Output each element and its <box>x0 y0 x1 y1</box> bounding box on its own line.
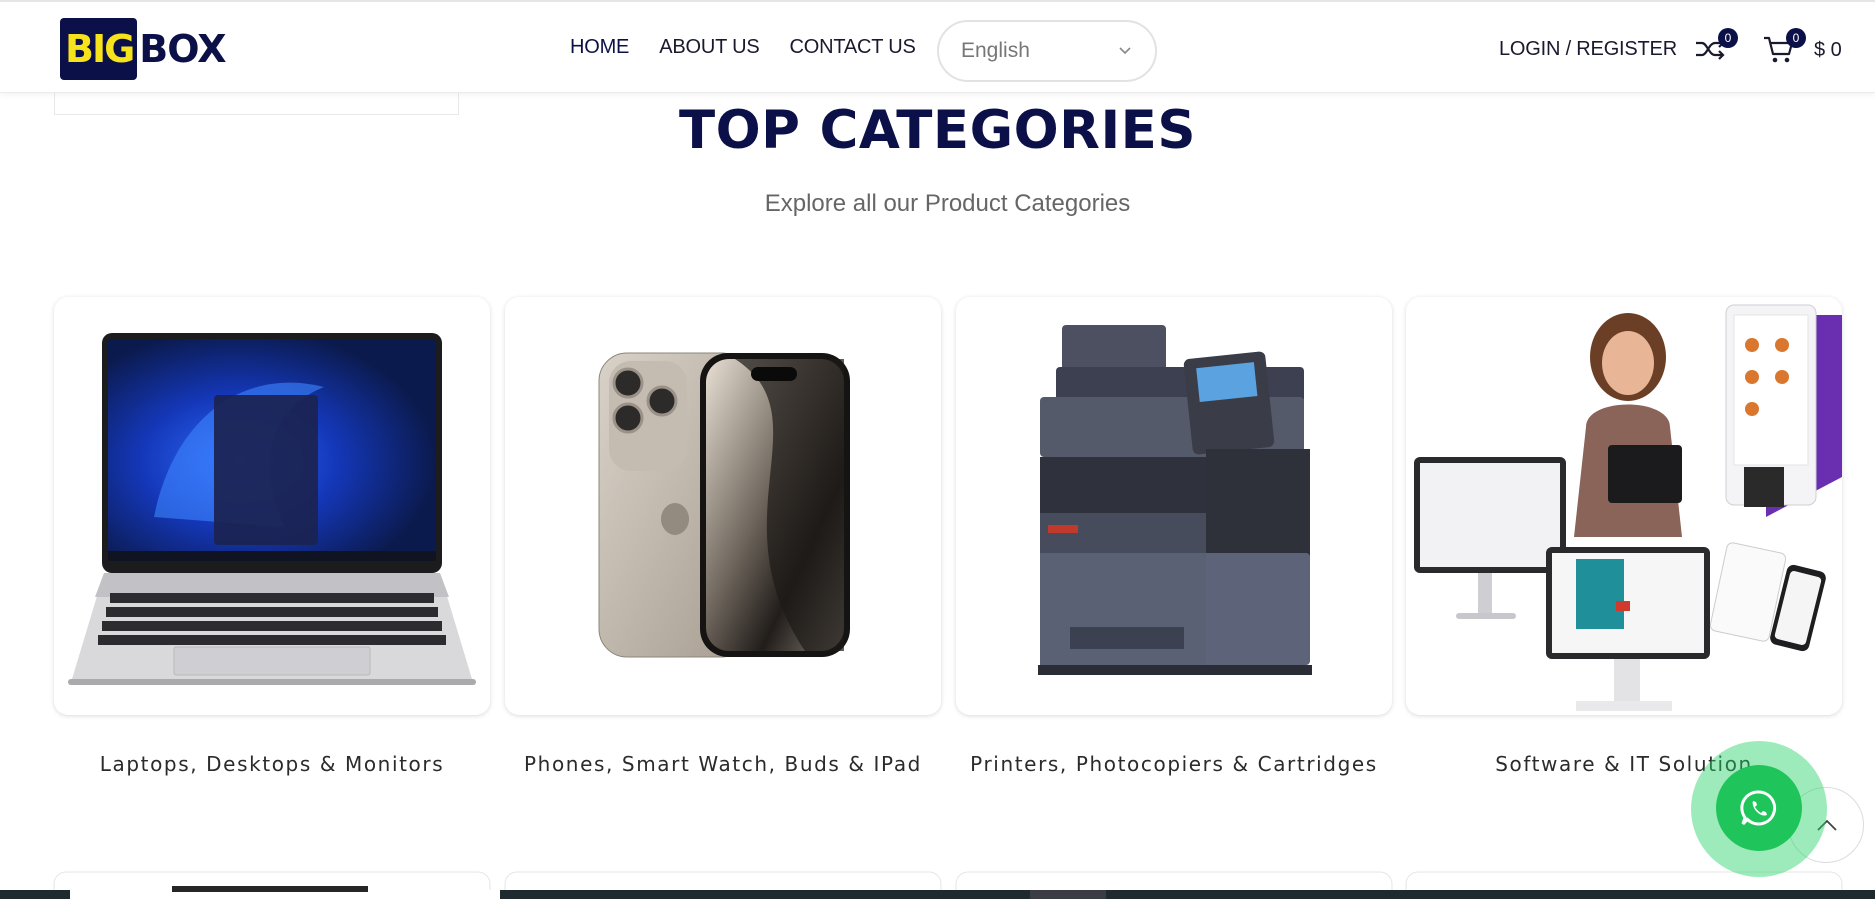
printer-image <box>1038 325 1312 675</box>
category-label-laptops[interactable]: Laptops, Desktops & Monitors <box>54 752 490 776</box>
main-nav: HOME ABOUT US CONTACT US <box>570 36 946 59</box>
chevron-down-icon <box>1119 47 1131 55</box>
language-selected-value: English <box>961 39 1030 62</box>
language-select[interactable]: English <box>937 20 1157 82</box>
category-card-phones[interactable] <box>505 297 941 715</box>
category-card-printers[interactable] <box>956 297 1392 715</box>
login-register-link[interactable]: LOGIN / REGISTER <box>1499 38 1677 61</box>
whatsapp-icon <box>1740 790 1777 826</box>
laptop-image <box>68 333 476 685</box>
category-card-software[interactable] <box>1406 297 1842 715</box>
next-row-cards-partial <box>0 870 1875 899</box>
phone-image <box>598 352 850 658</box>
whatsapp-button[interactable] <box>1716 765 1802 851</box>
cart-button[interactable]: 0 <box>1762 28 1806 64</box>
nav-contact-us[interactable]: CONTACT US <box>789 36 915 59</box>
logo-big-text: BIG <box>60 18 138 80</box>
nav-home[interactable]: HOME <box>570 36 629 59</box>
category-card-laptops[interactable] <box>54 297 490 715</box>
logo-box-text: BOX <box>139 27 226 71</box>
category-label-phones[interactable]: Phones, Smart Watch, Buds & IPad <box>505 752 941 776</box>
compare-button[interactable]: 0 <box>1694 28 1738 64</box>
pos-software-image <box>1414 304 1842 711</box>
nav-about-us[interactable]: ABOUT US <box>659 36 759 59</box>
site-logo[interactable]: BIG BOX <box>60 18 227 80</box>
cart-total[interactable]: $ 0 <box>1814 39 1842 62</box>
cart-count-badge: 0 <box>1786 28 1806 48</box>
site-header: BIG BOX HOME ABOUT US CONTACT US English… <box>0 0 1875 93</box>
category-label-printers[interactable]: Printers, Photocopiers & Cartridges <box>956 752 1392 776</box>
compare-count-badge: 0 <box>1718 28 1738 48</box>
section-subtitle: Explore all our Product Categories <box>764 190 1131 217</box>
